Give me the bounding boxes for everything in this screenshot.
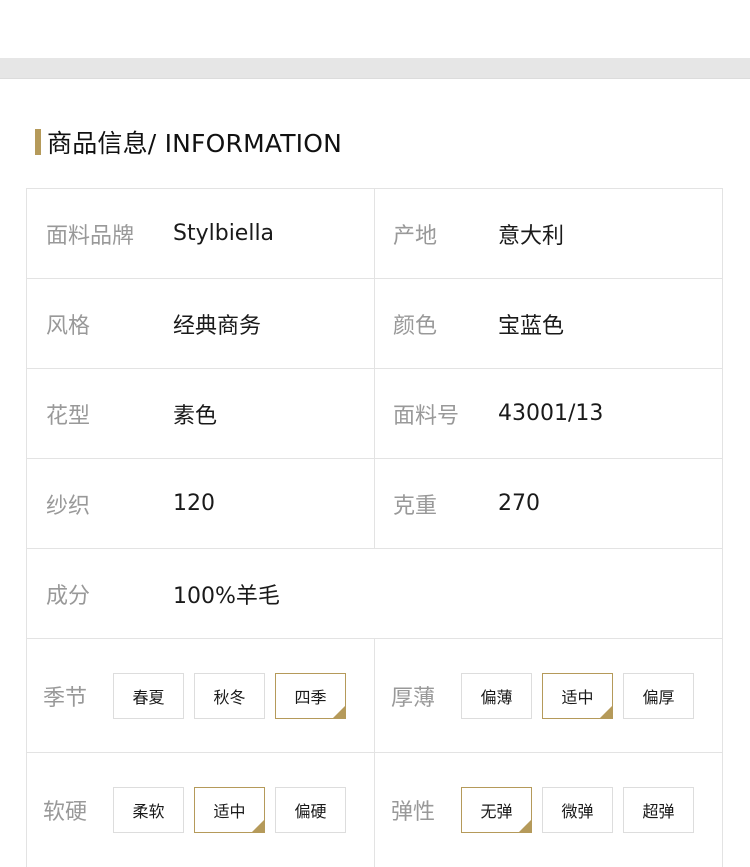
spec-value: 素色 bbox=[173, 403, 218, 429]
spec-cell-yarn-count: 纱织 120 bbox=[27, 459, 374, 548]
option-label: 厚薄 bbox=[391, 685, 436, 711]
option-chip-selected[interactable]: 适中 bbox=[542, 672, 613, 719]
option-chip[interactable]: 微弹 bbox=[542, 787, 613, 833]
selected-corner-icon bbox=[600, 705, 612, 718]
option-chip-selected[interactable]: 四季 bbox=[275, 672, 346, 719]
spec-label: 克重 bbox=[393, 493, 438, 519]
heading-accent-bar bbox=[35, 129, 41, 155]
product-info-table: 面料品牌 Stylbiella 产地 意大利 风格 经典商务 颜色 宝蓝色 花型… bbox=[26, 188, 723, 867]
spec-value: 43001/13 bbox=[498, 401, 604, 426]
spec-label: 风格 bbox=[46, 313, 91, 339]
option-chip-selected[interactable]: 适中 bbox=[194, 787, 265, 833]
spec-row: 纱织 120 克重 270 bbox=[27, 459, 722, 549]
spec-row: 成分 100%羊毛 bbox=[27, 549, 722, 639]
spec-value: 100%羊毛 bbox=[173, 583, 280, 609]
spec-value: 经典商务 bbox=[173, 313, 262, 339]
spec-cell-composition: 成分 100%羊毛 bbox=[27, 549, 374, 638]
option-chip[interactable]: 柔软 bbox=[113, 787, 184, 833]
spec-value: 宝蓝色 bbox=[498, 313, 565, 339]
option-chip[interactable]: 偏薄 bbox=[461, 672, 532, 719]
spec-cell-origin: 产地 意大利 bbox=[375, 189, 723, 278]
spec-cell-color: 颜色 宝蓝色 bbox=[375, 279, 723, 368]
spec-row: 面料品牌 Stylbiella 产地 意大利 bbox=[27, 189, 722, 279]
spec-value: 270 bbox=[498, 491, 540, 516]
thickness-options: 偏薄 适中 偏厚 bbox=[461, 672, 694, 719]
spec-label: 成分 bbox=[46, 583, 91, 609]
option-cell-season: 季节 春夏 秋冬 四季 bbox=[27, 639, 374, 752]
spec-cell-weight: 克重 270 bbox=[375, 459, 723, 548]
spec-row: 花型 素色 面料号 43001/13 bbox=[27, 369, 722, 459]
spec-cell-fabric-number: 面料号 43001/13 bbox=[375, 369, 723, 458]
option-label: 季节 bbox=[43, 685, 88, 711]
spec-value: Stylbiella bbox=[173, 221, 275, 246]
option-label: 软硬 bbox=[43, 800, 88, 825]
spec-label: 产地 bbox=[393, 223, 438, 249]
spec-value: 120 bbox=[173, 491, 215, 516]
option-chip[interactable]: 春夏 bbox=[113, 672, 184, 719]
softness-options: 柔软 适中 偏硬 bbox=[113, 787, 346, 833]
spec-label: 纱织 bbox=[46, 493, 91, 519]
elasticity-options: 无弹 微弹 超弹 bbox=[461, 787, 694, 833]
selected-corner-icon bbox=[252, 820, 264, 832]
spec-value: 意大利 bbox=[498, 223, 565, 249]
spec-label: 面料号 bbox=[393, 403, 460, 429]
option-chip[interactable]: 秋冬 bbox=[194, 672, 265, 719]
option-chip[interactable]: 偏厚 bbox=[623, 672, 694, 719]
option-chip[interactable]: 偏硬 bbox=[275, 787, 346, 833]
section-title: 商品信息/ INFORMATION bbox=[47, 129, 343, 158]
selected-corner-icon bbox=[333, 705, 345, 718]
spec-label: 面料品牌 bbox=[46, 223, 135, 249]
spec-cell-style: 风格 经典商务 bbox=[27, 279, 374, 368]
option-row: 软硬 柔软 适中 偏硬 弹性 无弹 微弹 超弹 bbox=[27, 753, 722, 867]
spec-label: 花型 bbox=[46, 403, 91, 429]
option-row: 季节 春夏 秋冬 四季 厚薄 偏薄 适中 偏厚 bbox=[27, 639, 722, 753]
option-chip[interactable]: 超弹 bbox=[623, 787, 694, 833]
option-cell-elasticity: 弹性 无弹 微弹 超弹 bbox=[375, 753, 723, 867]
option-cell-softness: 软硬 柔软 适中 偏硬 bbox=[27, 753, 374, 867]
spec-label: 颜色 bbox=[393, 313, 438, 339]
top-gray-band bbox=[0, 58, 750, 79]
season-options: 春夏 秋冬 四季 bbox=[113, 672, 346, 719]
selected-corner-icon bbox=[519, 820, 531, 832]
option-cell-thickness: 厚薄 偏薄 适中 偏厚 bbox=[375, 639, 723, 752]
section-heading: 商品信息/ INFORMATION bbox=[35, 126, 342, 158]
spec-cell-fabric-brand: 面料品牌 Stylbiella bbox=[27, 189, 374, 278]
option-chip-selected[interactable]: 无弹 bbox=[461, 787, 532, 833]
option-label: 弹性 bbox=[391, 800, 436, 825]
spec-cell-pattern: 花型 素色 bbox=[27, 369, 374, 458]
spec-row: 风格 经典商务 颜色 宝蓝色 bbox=[27, 279, 722, 369]
